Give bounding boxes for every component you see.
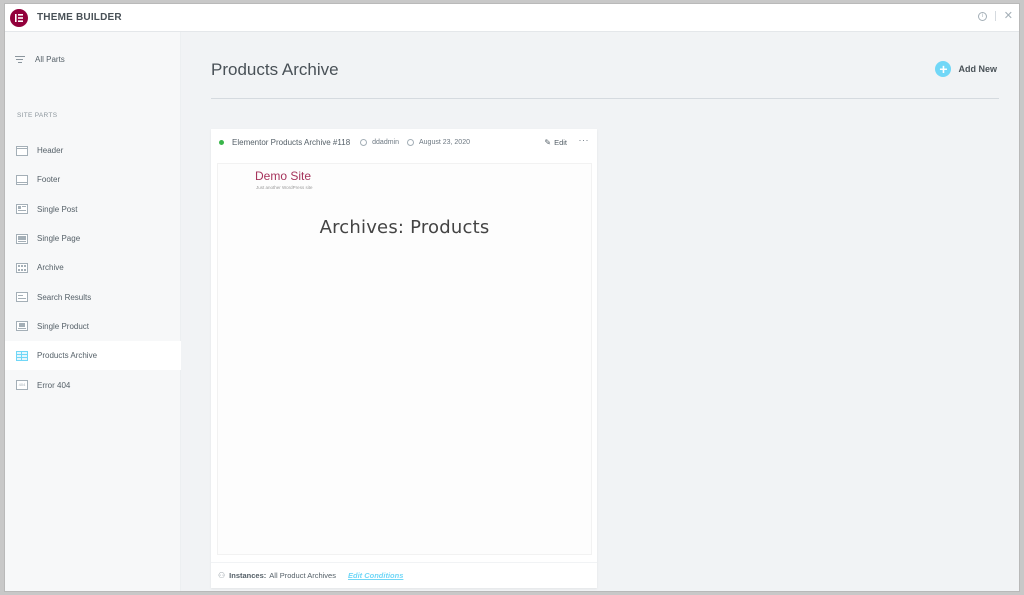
card-footer: ⚇ Instances: All Product Archives Edit C… [211,562,597,588]
sidebar-item-single-page[interactable]: Single Page [5,224,181,253]
archive-icon [16,262,28,273]
author: ddadmin [372,138,399,146]
sidebar-item-search-results[interactable]: Search Results [5,282,181,311]
edit-label: Edit [554,138,567,147]
edit-conditions-link[interactable]: Edit Conditions [348,571,403,580]
theme-builder-window: THEME BUILDER i ✕ All Parts SITE PARTS H… [4,3,1020,592]
clock-icon [407,138,414,146]
sidebar-item-label: Footer [37,175,61,185]
plus-circle-icon: + [935,61,952,77]
sidebar-item-label: Error 404 [37,380,71,390]
error-404-icon: 404 [16,380,28,391]
add-new-button[interactable]: + Add New [935,61,997,77]
card-header: Elementor Products Archive #118 ddadmin … [211,129,597,155]
footer-icon [16,174,28,185]
sidebar-item-label: Products Archive [37,351,98,361]
add-new-label: Add New [958,64,997,74]
all-parts-link[interactable]: All Parts [15,54,65,65]
sidebar-item-header[interactable]: Header [5,136,181,165]
preview-heading: Archives: Products [319,217,490,238]
sidebar-item-label: Archive [37,263,64,273]
more-options-button[interactable]: ··· [579,135,590,145]
sidebar-item-label: Single Post [37,204,78,214]
sidebar-item-label: Search Results [37,292,92,302]
single-product-icon [16,321,28,332]
sidebar-item-error-404[interactable]: 404 Error 404 [5,370,181,399]
sidebar-item-label: Single Page [37,234,81,244]
pencil-icon: ✎ [544,138,552,147]
top-bar: THEME BUILDER i ✕ [5,4,1019,32]
header-divider [211,98,999,99]
info-circle-icon[interactable]: i [977,11,987,21]
divider [994,11,996,21]
sidebar-item-products-archive[interactable]: Products Archive [5,341,181,371]
page-title: Products Archive [211,60,339,79]
instances-icon: ⚇ [218,571,226,580]
date: August 23, 2020 [419,138,470,146]
close-icon[interactable]: ✕ [1004,11,1013,22]
template-card: Elementor Products Archive #118 ddadmin … [211,129,597,588]
elementor-logo-icon [10,8,28,27]
instances-value: All Product Archives [269,571,336,580]
sidebar-item-label: Header [37,146,64,156]
card-title: Elementor Products Archive #118 [232,137,351,147]
sidebar-item-archive[interactable]: Archive [5,253,181,282]
user-icon [360,138,368,146]
sidebar-item-footer[interactable]: Footer [5,165,181,194]
section-label: SITE PARTS [17,112,58,119]
all-parts-label: All Parts [35,55,65,64]
status-dot [219,139,224,145]
filter-icon [15,54,25,65]
header-icon [16,145,28,156]
template-preview[interactable]: Demo Site Just another WordPress site Ar… [217,163,592,555]
single-post-icon [16,204,28,215]
sidebar: All Parts SITE PARTS Header Footer Singl… [5,32,181,591]
sidebar-item-single-product[interactable]: Single Product [5,312,181,341]
search-results-icon [16,292,28,303]
sidebar-item-label: Single Product [37,321,90,331]
sidebar-item-single-post[interactable]: Single Post [5,195,181,224]
products-archive-icon [16,350,28,361]
preview-tagline: Just another WordPress site [256,185,313,190]
single-page-icon [16,233,28,244]
edit-button[interactable]: ✎ Edit [544,138,567,147]
app-title: THEME BUILDER [37,12,122,23]
site-parts-nav: Header Footer Single Post Single Page Ar… [5,136,181,400]
instances-label: Instances: [229,571,267,580]
preview-site-name: Demo Site [255,169,312,183]
